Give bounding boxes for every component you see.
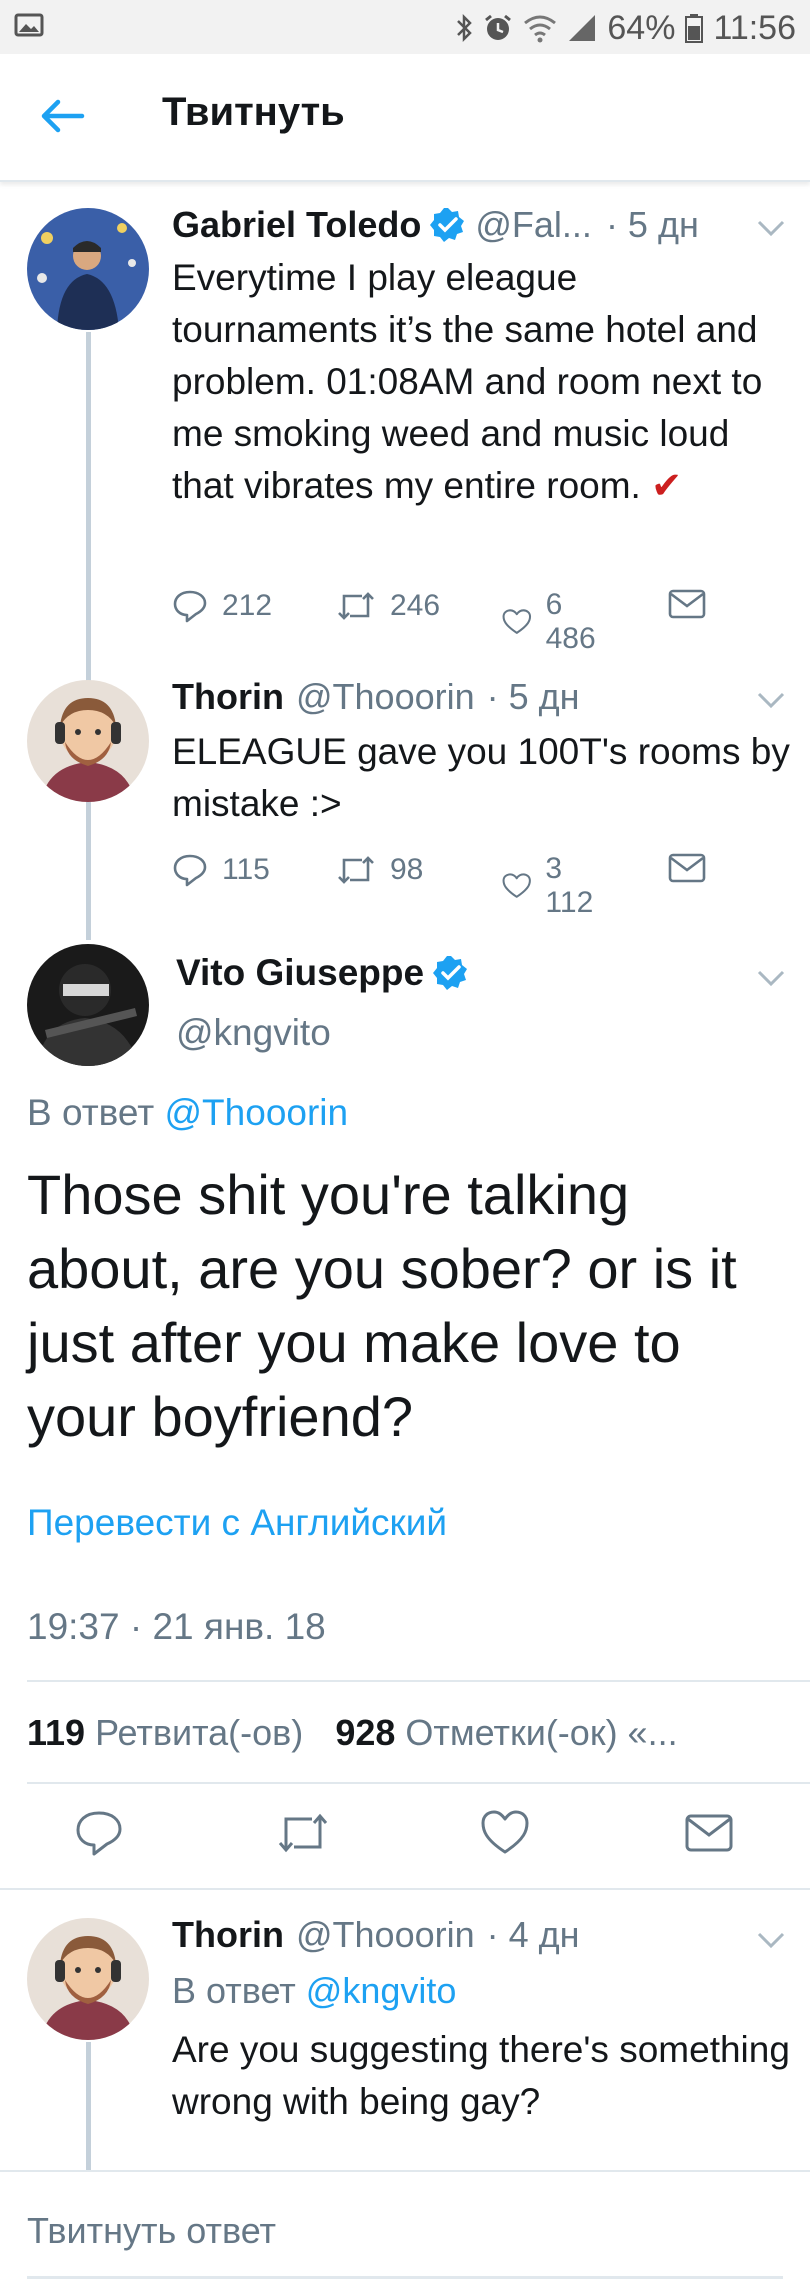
thread-line	[86, 332, 91, 682]
checkmark-emoji: ✔	[651, 465, 683, 506]
author-handle[interactable]: @Fal...	[475, 204, 592, 246]
tweet-text: Everytime I play eleague tournaments it’…	[172, 257, 763, 506]
image-icon	[14, 13, 44, 37]
reply-context: В ответ @Thooorin	[27, 1092, 349, 1133]
likes-stat[interactable]: 928 Отметки(-ок) «...	[335, 1712, 677, 1753]
like-icon[interactable]	[480, 1808, 530, 1858]
author-handle[interactable]: @Thooorin	[296, 1914, 475, 1956]
avatar[interactable]	[27, 680, 149, 802]
status-bar: 64% 11:56	[0, 0, 810, 54]
divider	[27, 1782, 810, 1784]
bluetooth-icon	[457, 13, 473, 43]
retweets-stat[interactable]: 119 Ретвита(-ов)	[27, 1712, 303, 1753]
retweet-button[interactable]: 98	[336, 852, 423, 888]
battery-percent: 64%	[607, 8, 676, 47]
battery-icon	[685, 14, 704, 43]
author-handle[interactable]: @Thooorin	[296, 676, 475, 718]
message-icon[interactable]	[684, 1808, 734, 1858]
like-button[interactable]: 6 486	[502, 588, 604, 656]
reply-handle-link[interactable]: @Thooorin	[165, 1092, 349, 1133]
chevron-down-icon[interactable]	[756, 1930, 786, 1950]
tweet-time: · 5 дн	[605, 204, 699, 245]
chevron-down-icon[interactable]	[756, 218, 786, 238]
tweet-text: ELEAGUE gave you 100T's rooms by mistake…	[172, 731, 790, 824]
retweet-count: 246	[390, 589, 441, 622]
compose-underline	[27, 2276, 783, 2279]
divider	[0, 1888, 810, 1890]
message-icon	[668, 589, 706, 619]
retweet-count: 98	[390, 853, 424, 886]
app-bar: Твитнуть	[0, 54, 810, 182]
translate-link[interactable]: Перевести с Английский	[27, 1502, 447, 1544]
reply-handle-link[interactable]: @kngvito	[306, 1970, 457, 2011]
author-handle[interactable]: @kngvito	[176, 1012, 331, 1054]
thread-line	[86, 800, 91, 940]
message-button[interactable]	[668, 588, 706, 620]
reply-context: В ответ @kngvito	[172, 1970, 457, 2011]
like-count: 6 486	[545, 588, 596, 655]
like-icon	[502, 873, 531, 898]
clock: 11:56	[713, 8, 796, 47]
reply-button[interactable]: 115	[172, 852, 270, 888]
tweet-stats: 119 Ретвита(-ов) 928 Отметки(-ок) «...	[27, 1712, 678, 1754]
main-author-name-row: Vito Giuseppe	[176, 952, 478, 994]
tweet-header: Thorin @Thooorin · 4 дн	[172, 1914, 580, 1956]
tweet-time: · 4 дн	[486, 1914, 580, 1955]
like-button[interactable]: 3 112	[502, 852, 602, 920]
like-icon	[502, 609, 532, 634]
compose-placeholder[interactable]: Твитнуть ответ	[27, 2210, 276, 2252]
tweet-timestamp: 19:37 · 21 янв. 18	[27, 1606, 326, 1647]
like-count: 3 112	[545, 852, 594, 919]
retweet-icon	[338, 856, 374, 884]
reply-icon	[173, 854, 207, 887]
verified-icon	[433, 956, 468, 990]
chevron-down-icon[interactable]	[756, 968, 786, 988]
tweet-time: · 5 дн	[486, 676, 580, 717]
reply-compose-bar[interactable]: Твитнуть ответ	[0, 2170, 810, 2286]
author-name[interactable]: Thorin	[172, 1914, 284, 1956]
back-arrow-icon[interactable]	[38, 96, 86, 136]
reply-count: 212	[222, 589, 273, 622]
verified-icon	[430, 208, 465, 242]
main-tweet-actions	[0, 1808, 810, 1868]
divider	[27, 1680, 810, 1682]
wifi-icon	[524, 15, 557, 43]
reply-icon	[173, 590, 207, 623]
avatar[interactable]	[27, 944, 149, 1066]
reply-icon[interactable]	[74, 1808, 124, 1858]
author-name[interactable]: Vito Giuseppe	[176, 952, 424, 994]
avatar[interactable]	[27, 1918, 149, 2040]
tweet-header: Thorin @Thooorin · 5 дн	[172, 676, 580, 718]
reply-count: 115	[222, 853, 270, 886]
avatar[interactable]	[27, 208, 149, 330]
reply-button[interactable]: 212	[172, 588, 272, 624]
main-tweet-text: Those shit you're talking about, are you…	[27, 1163, 737, 1448]
retweet-button[interactable]: 246	[336, 588, 440, 624]
chevron-down-icon[interactable]	[756, 690, 786, 710]
retweet-icon	[338, 592, 374, 620]
thread-line	[86, 2042, 91, 2170]
tweet-text: Are you suggesting there's something wro…	[172, 2029, 790, 2122]
signal-icon	[569, 15, 596, 41]
tweet-header: Gabriel Toledo @Fal... · 5 дн	[172, 204, 699, 246]
alarm-icon	[485, 14, 512, 40]
retweet-icon[interactable]	[276, 1808, 330, 1858]
message-button[interactable]	[668, 852, 706, 884]
author-name[interactable]: Gabriel Toledo	[172, 204, 421, 246]
page-title: Твитнуть	[162, 90, 345, 134]
message-icon	[668, 853, 706, 883]
author-name[interactable]: Thorin	[172, 676, 284, 718]
